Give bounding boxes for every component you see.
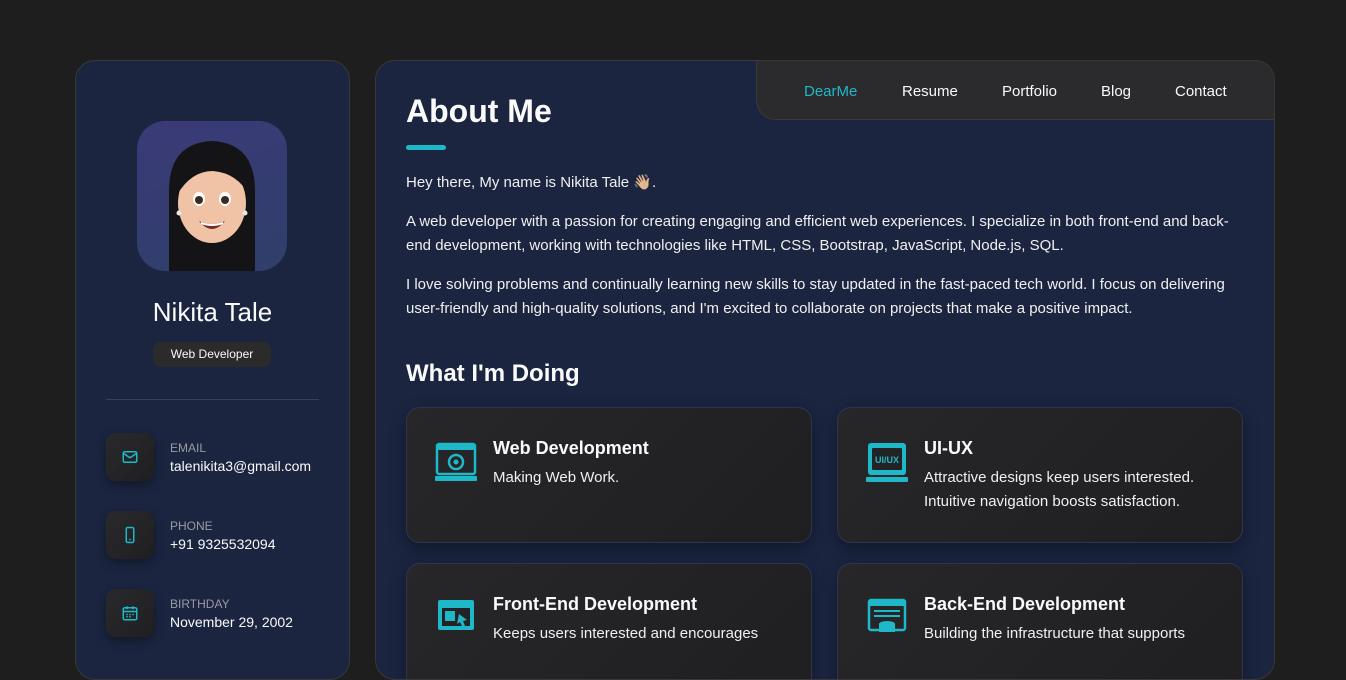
nav-item-portfolio[interactable]: Portfolio xyxy=(1002,83,1057,100)
avatar-memoji-icon xyxy=(169,141,255,271)
service-description: Making Web Work. xyxy=(493,469,620,486)
ui-ux-icon: UI/UX xyxy=(866,443,908,482)
page-title: About Me xyxy=(406,93,552,129)
avatar xyxy=(137,121,287,271)
phone-link[interactable]: +91 9325532094 xyxy=(170,536,276,552)
contact-item-birthday: Birthday November 29, 2002 xyxy=(106,589,336,637)
birthday-value: November 29, 2002 xyxy=(170,614,293,630)
nav-item-blog[interactable]: Blog xyxy=(1101,83,1131,100)
main-content: DearMe Resume Portfolio Blog Contact Abo… xyxy=(375,60,1275,680)
service-title: Back-End Development xyxy=(924,594,1126,614)
about-paragraph: Hey there, My name is Nikita Tale 👋🏼. xyxy=(406,174,657,191)
nav-item-resume[interactable]: Resume xyxy=(902,83,958,100)
service-card: UI/UX UI-UX Attractive designs keep user… xyxy=(837,407,1243,543)
contact-label: Phone xyxy=(170,519,213,533)
svg-text:UI/UX: UI/UX xyxy=(875,455,899,465)
web-development-icon xyxy=(435,442,477,481)
service-card: Front-End Development Keeps users intere… xyxy=(406,563,812,679)
service-description: Building the infrastructure that support… xyxy=(924,625,1185,642)
front-end-icon xyxy=(438,600,474,630)
service-card: Back-End Development Building the infras… xyxy=(837,563,1243,679)
nav-item-contact[interactable]: Contact xyxy=(1175,83,1227,100)
phone-icon xyxy=(106,511,154,559)
contact-label: Birthday xyxy=(170,597,230,611)
sidebar-separator xyxy=(106,399,319,400)
service-description: Attractive designs keep users interested… xyxy=(924,469,1195,510)
mail-icon xyxy=(106,433,154,481)
contact-item-phone: Phone +91 9325532094 xyxy=(106,511,336,559)
contact-item-email: Email talenikita3@gmail.com xyxy=(106,433,336,481)
about-paragraph: I love solving problems and continually … xyxy=(406,276,1225,317)
contact-label: Email xyxy=(170,441,207,455)
service-title: UI-UX xyxy=(924,438,973,458)
profile-title-badge: Web Developer xyxy=(153,342,271,367)
sidebar: Nikita Tale Web Developer Email taleniki… xyxy=(75,60,350,680)
service-card: Web Development Making Web Work. xyxy=(406,407,812,543)
email-link[interactable]: talenikita3@gmail.com xyxy=(170,458,311,474)
calendar-icon xyxy=(106,589,154,637)
service-title: Web Development xyxy=(493,438,649,458)
about-paragraph: A web developer with a passion for creat… xyxy=(406,213,1229,254)
back-end-icon xyxy=(867,598,907,632)
service-description: Keeps users interested and encourages xyxy=(493,625,759,642)
nav-item-dearme[interactable]: DearMe xyxy=(804,83,857,100)
service-title: Front-End Development xyxy=(493,594,698,614)
navbar: DearMe Resume Portfolio Blog Contact xyxy=(756,61,1274,120)
section-title: What I'm Doing xyxy=(406,360,580,387)
profile-name: Nikita Tale xyxy=(152,297,273,327)
title-underline xyxy=(406,145,446,150)
